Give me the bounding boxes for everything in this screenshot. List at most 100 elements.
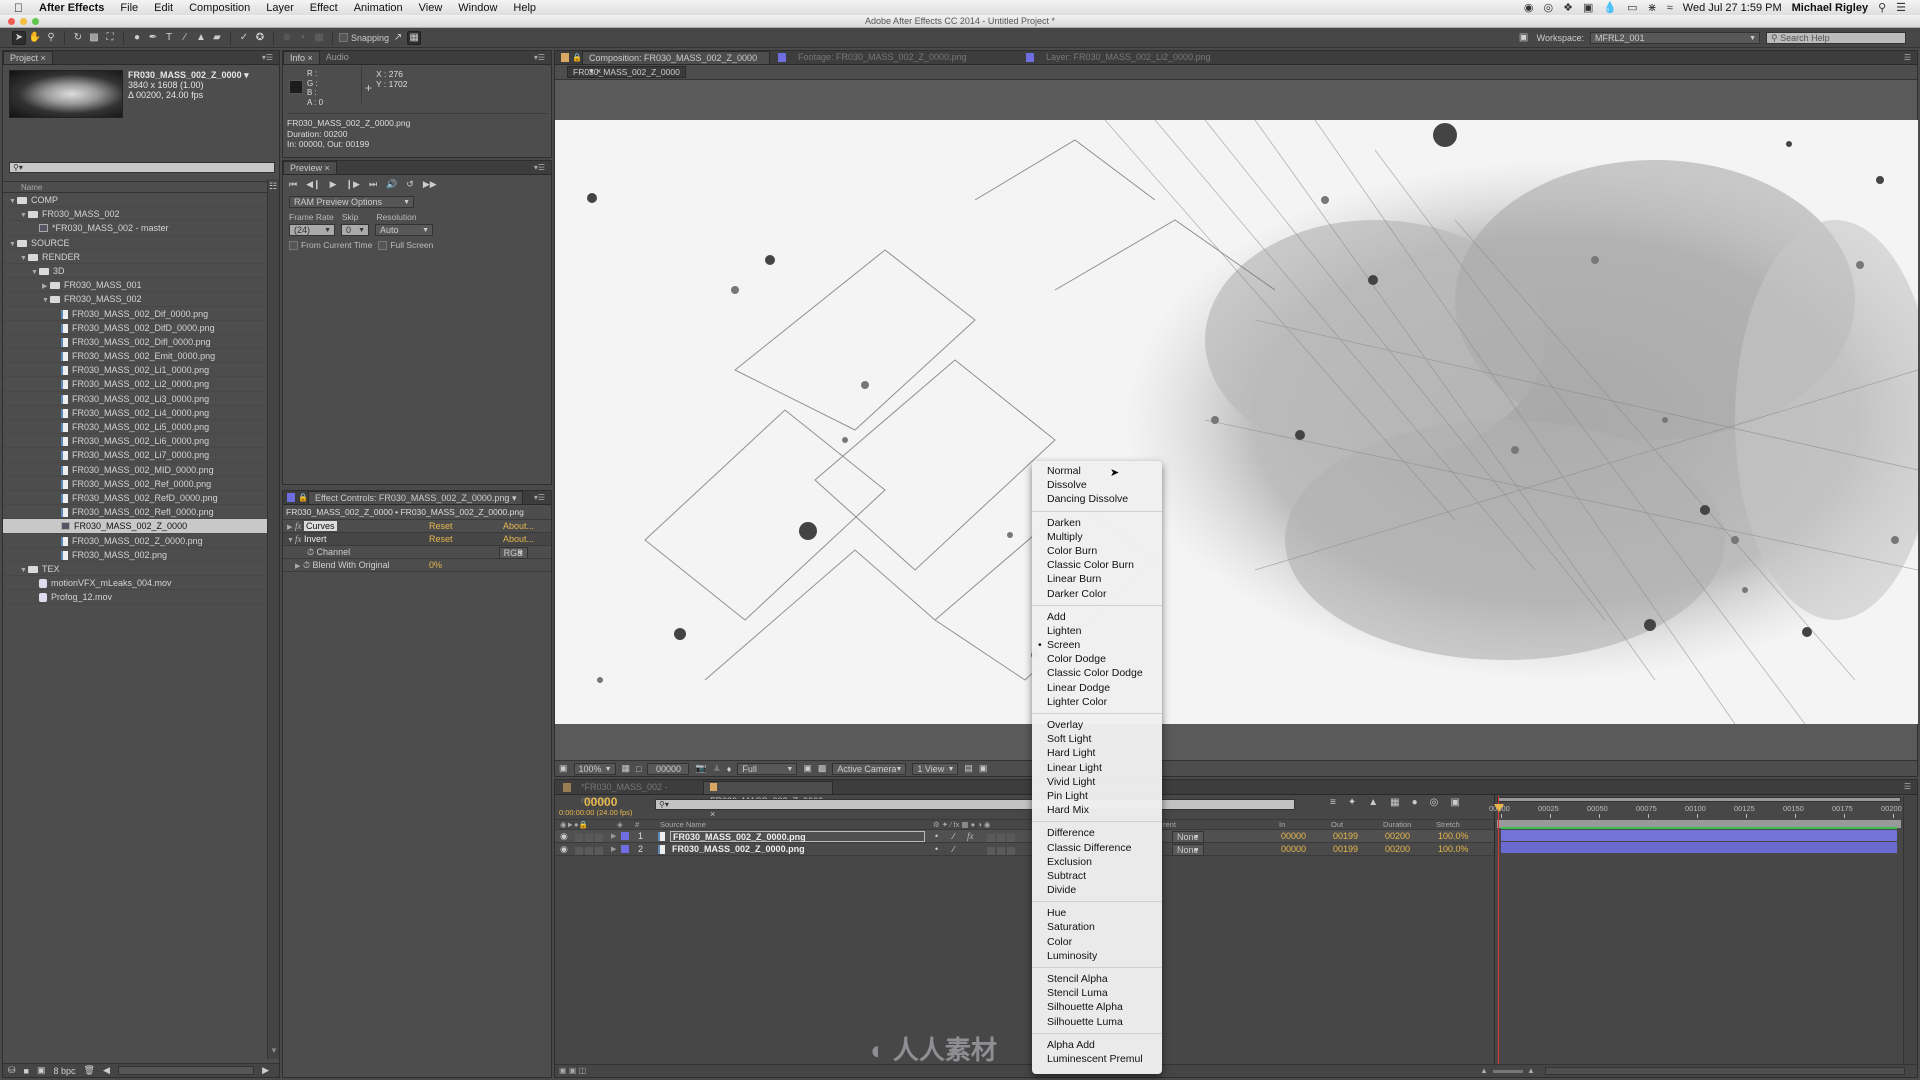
scroll-right-icon[interactable]: ▶ xyxy=(262,1065,279,1076)
motion-blur-icon[interactable]: ● xyxy=(1412,797,1418,808)
panel-menu-icon[interactable]: ▾☰ xyxy=(534,53,545,62)
axis-mode-icon[interactable]: ⊕ xyxy=(280,31,294,45)
blend-mode-option[interactable]: Pin Light xyxy=(1032,789,1162,803)
blend-mode-option[interactable]: Darken xyxy=(1032,516,1162,530)
tab-timeline-master[interactable]: *FR030_MASS_002 - master xyxy=(575,781,703,805)
motion-blur-switch[interactable] xyxy=(997,847,1005,855)
layer-in[interactable]: 00000 xyxy=(1281,843,1306,856)
puppet-tool-icon[interactable]: ✪ xyxy=(253,31,267,45)
timeline-search-input[interactable]: ⚲▾ xyxy=(655,799,1295,810)
blend-mode-option[interactable]: Color Burn xyxy=(1032,544,1162,558)
blend-mode-option[interactable]: Stencil Luma xyxy=(1032,986,1162,1000)
world-axis-icon[interactable]: • xyxy=(296,31,310,45)
toggle-switches-icon[interactable]: ▣ xyxy=(559,1066,567,1075)
menu-file[interactable]: File xyxy=(112,2,146,14)
visibility-eye-icon[interactable]: ◉ xyxy=(560,830,568,843)
blend-mode-option[interactable]: Lighter Color xyxy=(1032,695,1162,709)
playhead-handle[interactable] xyxy=(1494,804,1504,812)
eraser-tool-icon[interactable]: ▰ xyxy=(210,31,224,45)
spotlight-search-icon[interactable]: ⚲ xyxy=(1878,1,1886,14)
layer-duration[interactable]: 00200 xyxy=(1385,843,1410,856)
toggle-pixel-aspect-icon[interactable]: ▤ xyxy=(964,763,973,774)
zoom-out-icon[interactable]: ▲ xyxy=(1480,1065,1488,1077)
mask-visibility-icon[interactable]: □ xyxy=(636,764,641,774)
label-color-swatch[interactable] xyxy=(621,845,629,853)
tab-composition[interactable]: Composition: FR030_MASS_002_Z_0000 ▾ × xyxy=(581,51,770,76)
panel-menu-icon[interactable]: ▾☰ xyxy=(534,163,545,172)
snap-feature-icon[interactable]: ▦ xyxy=(407,30,422,45)
effect-name-invert[interactable]: Invert xyxy=(304,534,327,544)
project-hscrollbar[interactable] xyxy=(117,1066,255,1075)
playhead-line[interactable] xyxy=(1498,796,1499,1066)
comp-navigator-tab[interactable]: FR030_MASS_002_Z_0000 xyxy=(567,66,686,78)
last-frame-icon[interactable]: ⏭ xyxy=(369,179,377,190)
blend-mode-option[interactable]: Classic Color Burn xyxy=(1032,558,1162,572)
show-snapshot-icon[interactable]: ♟ xyxy=(713,763,721,774)
col-parent[interactable]: rent xyxy=(1163,820,1176,830)
project-item[interactable]: FR030_MASS_002_Li1_0000.png xyxy=(3,363,267,378)
reset-invert-link[interactable]: Reset xyxy=(429,533,453,546)
layer-bar-2[interactable] xyxy=(1501,842,1897,853)
expand-layer-icon[interactable]: ▶ xyxy=(611,830,616,843)
motion-blur-switch[interactable] xyxy=(997,834,1005,842)
project-item[interactable]: FR030_MASS_002_Ref_0000.png xyxy=(3,477,267,491)
menu-composition[interactable]: Composition xyxy=(181,2,258,14)
pan-behind-tool-icon[interactable]: ⛶ xyxy=(103,31,117,45)
blend-mode-option[interactable]: Dancing Dissolve xyxy=(1032,492,1162,506)
type-tool-icon[interactable]: T xyxy=(162,31,176,45)
rotation-tool-icon[interactable]: ↻ xyxy=(71,31,85,45)
apple-icon[interactable]:  xyxy=(0,1,31,15)
panel-menu-icon[interactable]: ☰ xyxy=(1904,782,1911,791)
project-item[interactable]: FR030_MASS_002_Li2_0000.png xyxy=(3,377,267,392)
selection-tool-icon[interactable]: ➤ xyxy=(12,30,26,45)
audio-switch[interactable] xyxy=(575,847,583,855)
effect-row-invert[interactable]: ▼fx Invert Reset About... xyxy=(283,533,551,546)
stopwatch-icon[interactable]: ⏱ xyxy=(303,560,310,570)
adjustment-switch[interactable] xyxy=(1007,834,1015,842)
notification-center-icon[interactable]: ☰ xyxy=(1896,1,1906,14)
blend-mode-option[interactable]: Overlay xyxy=(1032,718,1162,732)
hand-tool-icon[interactable]: ✋ xyxy=(28,31,42,45)
current-frame-display[interactable]: 00000 xyxy=(584,795,617,809)
draft-3d-icon[interactable]: ✦ xyxy=(1348,797,1356,808)
blend-mode-option[interactable]: Subtract xyxy=(1032,869,1162,883)
first-frame-icon[interactable]: ⏮ xyxy=(289,179,297,190)
brainstorm-icon[interactable]: ▣ xyxy=(1450,797,1459,808)
project-item[interactable]: FR030_MASS_002_RefI_0000.png xyxy=(3,505,267,520)
bluetooth-icon[interactable]: ⋇ xyxy=(1648,1,1657,14)
from-current-time-checkbox[interactable]: From Current Time xyxy=(289,240,372,251)
zoom-window-button[interactable] xyxy=(32,18,39,25)
project-item[interactable]: motionVFX_mLeaks_004.mov xyxy=(3,576,267,591)
fx-icon[interactable]: fx xyxy=(295,521,302,531)
tab-layer[interactable]: Layer: FR030_MASS_002_Li2_0000.png xyxy=(1040,51,1260,64)
expand-layer-icon[interactable]: ▶ xyxy=(611,843,616,856)
blend-mode-option[interactable]: • Screen xyxy=(1032,638,1162,652)
project-item[interactable]: ▼ 3D xyxy=(3,264,267,279)
tab-effect-controls[interactable]: Effect Controls: FR030_MASS_002_Z_0000.p… xyxy=(307,491,524,504)
tab-preview[interactable]: Preview × xyxy=(283,161,337,174)
lock-switch[interactable] xyxy=(595,847,603,855)
about-invert-link[interactable]: About... xyxy=(503,533,534,546)
airplay-icon[interactable]: ▭ xyxy=(1627,1,1637,14)
transparency-grid-icon[interactable]: ▩ xyxy=(818,763,827,774)
ram-preview-options-dropdown[interactable]: RAM Preview Options ▼ xyxy=(289,196,414,208)
reset-curves-link[interactable]: Reset xyxy=(429,520,453,533)
col-number[interactable]: # xyxy=(635,820,639,830)
roto-brush-tool-icon[interactable]: ✓ xyxy=(237,31,251,45)
project-item[interactable]: FR030_MASS_002_Li5_0000.png xyxy=(3,420,267,435)
project-item[interactable]: FR030_MASS_002_RefD_0000.png xyxy=(3,491,267,506)
brush-tool-icon[interactable]: ∕ xyxy=(178,31,192,45)
mute-audio-icon[interactable]: 🔊 xyxy=(386,179,397,190)
timeline-zoom-slider[interactable] xyxy=(1493,1070,1523,1073)
user-name[interactable]: Michael Rigley xyxy=(1792,2,1868,14)
blend-mode-option[interactable]: Color Dodge xyxy=(1032,652,1162,666)
menu-app-name[interactable]: After Effects xyxy=(31,2,112,14)
new-folder-icon[interactable]: ■ xyxy=(24,1066,29,1076)
blend-with-original-value[interactable]: 0% xyxy=(429,559,442,572)
resolution-dropdown[interactable]: Auto ▼ xyxy=(375,224,433,236)
magnification-dropdown[interactable]: 100% ▼ xyxy=(573,762,616,775)
camera-tool-icon[interactable]: ▩ xyxy=(87,31,101,45)
project-item[interactable]: FR030_MASS_002_MID_0000.png xyxy=(3,463,267,477)
layer-row[interactable]: ◉ ▶ 1 FR030_MASS_002_Z_0000.png • ∕ fx None ▼ 000… xyxy=(555,830,1495,843)
blend-mode-option[interactable]: Multiply xyxy=(1032,530,1162,544)
